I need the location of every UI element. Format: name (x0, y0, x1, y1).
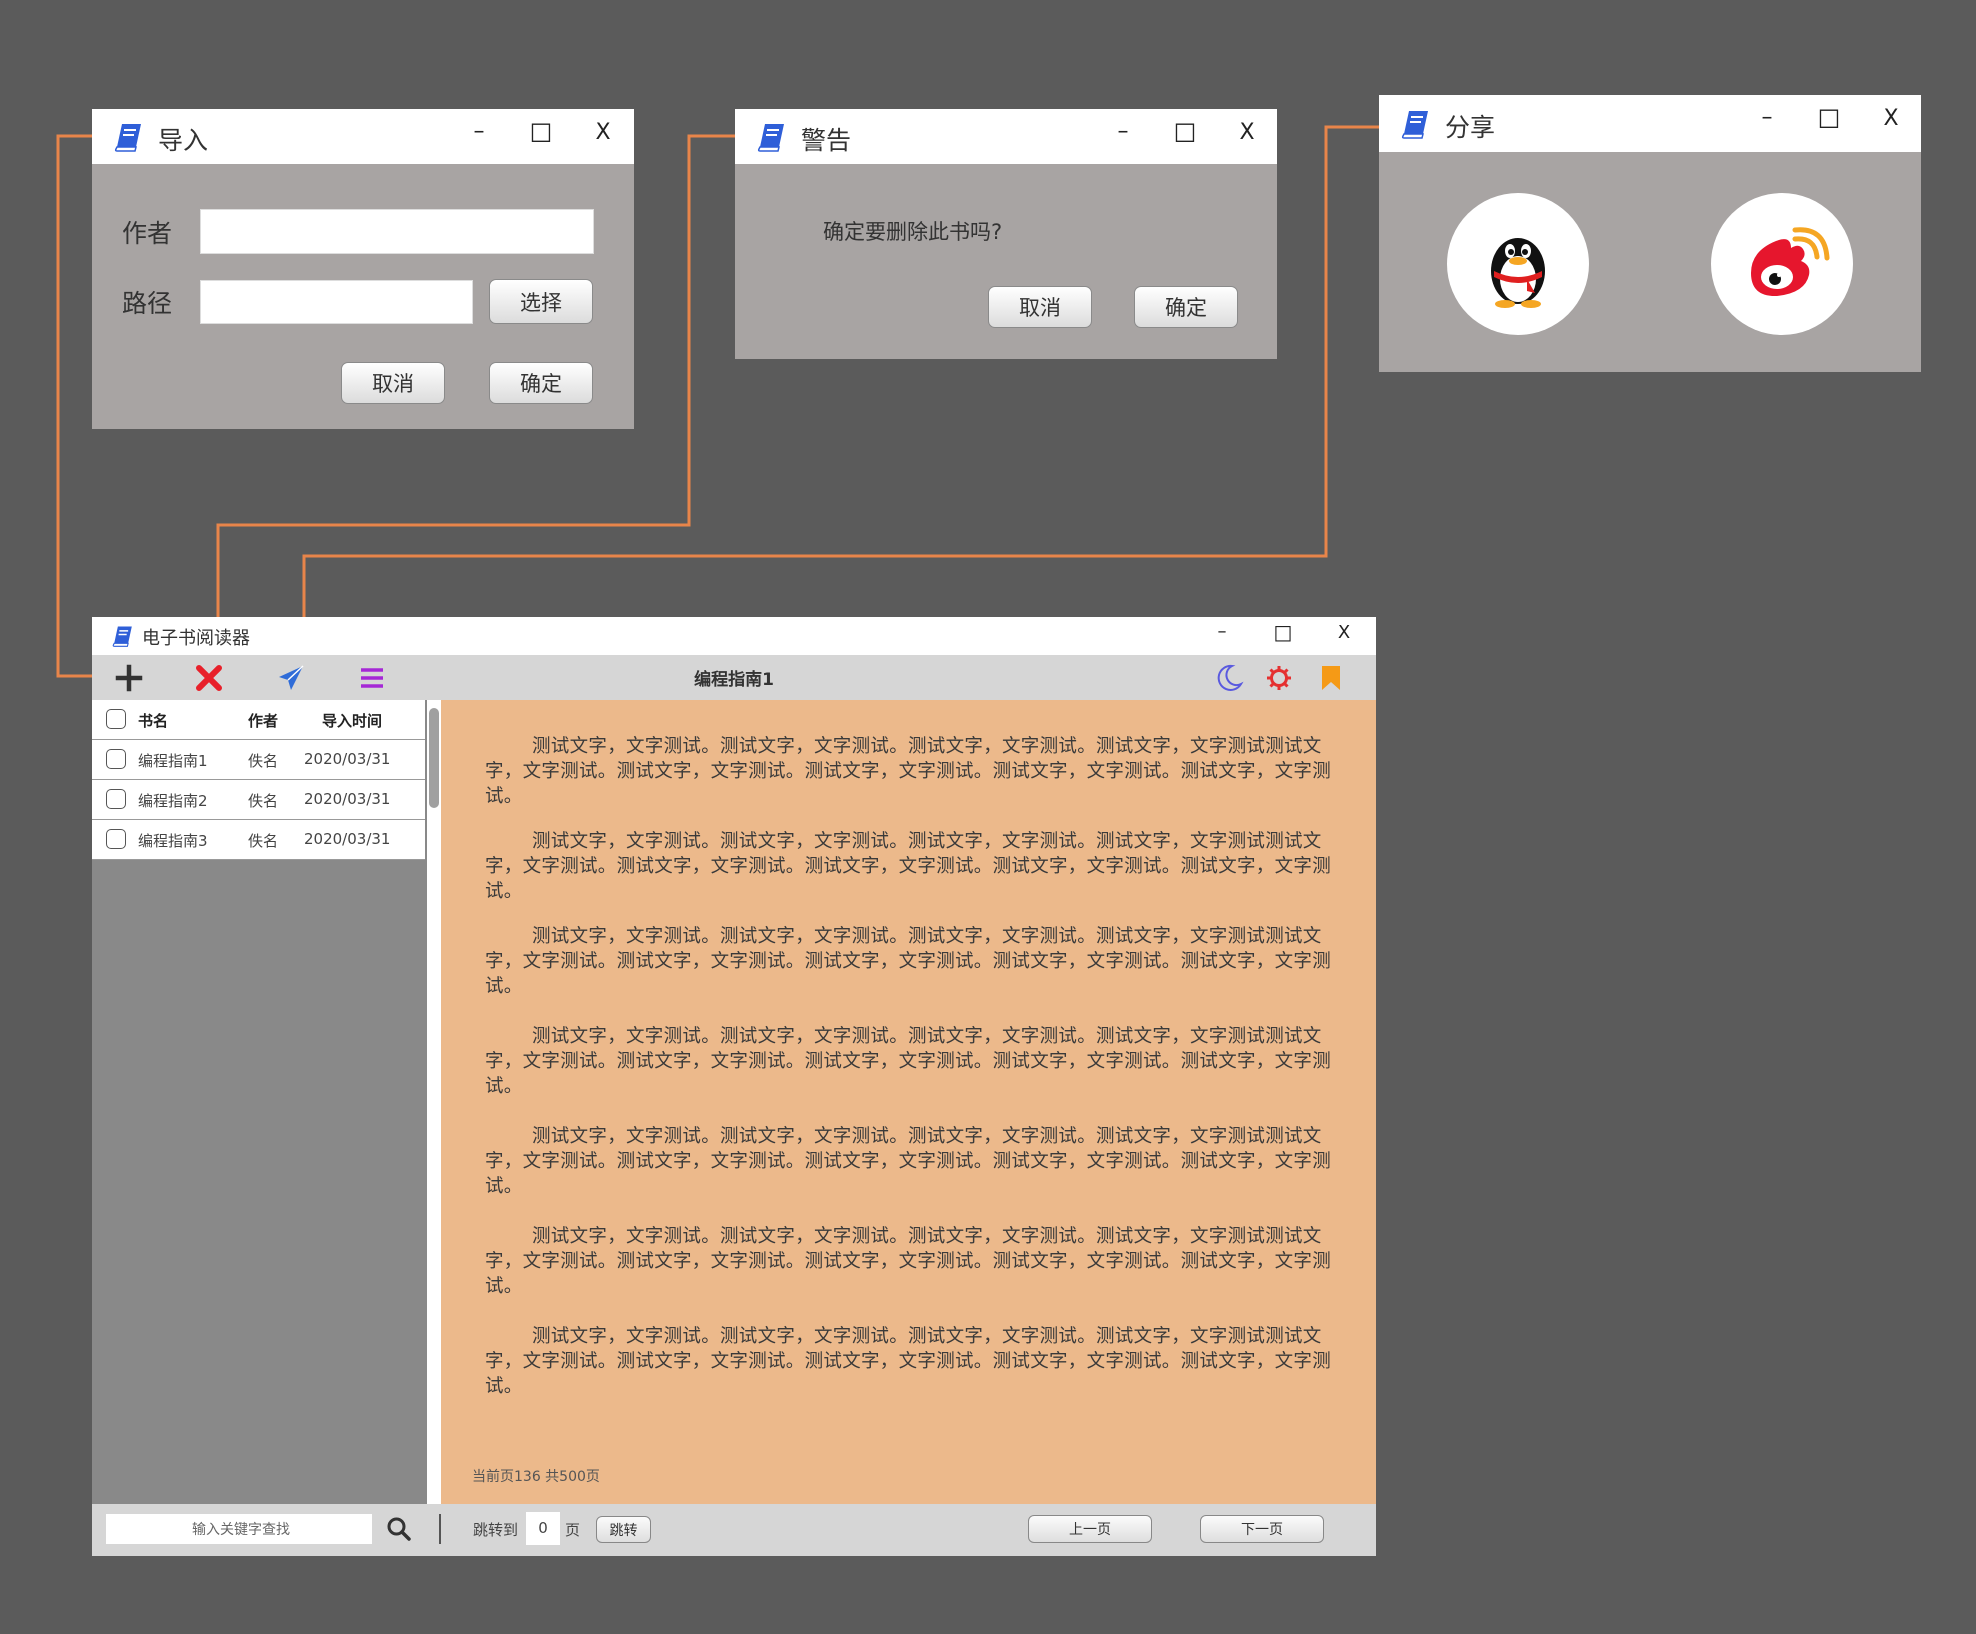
row-checkbox[interactable] (106, 789, 126, 809)
share-dialog: 分享 – □ X (1379, 95, 1921, 372)
import-titlebar: 导入 – □ X (92, 109, 634, 164)
page-number-input[interactable]: 0 (526, 1512, 560, 1545)
search-icon[interactable] (386, 1516, 412, 1542)
next-page-button[interactable]: 下一页 (1200, 1515, 1324, 1543)
book-icon (757, 124, 784, 152)
close-button[interactable]: X (1232, 120, 1262, 145)
content-paragraph: 测试文字，文字测试。测试文字，文字测试。测试文字，文字测试。测试文字，文字测试测… (485, 1126, 1332, 1197)
moon-icon[interactable] (1214, 663, 1244, 693)
minimize-button[interactable]: – (464, 119, 494, 144)
table-row[interactable]: 编程指南2 佚名 2020/03/31 (92, 780, 425, 820)
share-title: 分享 (1445, 113, 1496, 142)
scroll-thumb[interactable] (429, 708, 439, 808)
book-icon (112, 626, 132, 647)
book-author: 佚名 (248, 752, 279, 770)
book-name: 编程指南3 (138, 832, 208, 850)
book-name: 编程指南2 (138, 792, 208, 810)
minimize-button[interactable]: – (1207, 621, 1237, 642)
page-unit: 页 (565, 1521, 581, 1539)
bookmark-icon[interactable] (1316, 663, 1346, 693)
path-label: 路径 (122, 289, 173, 318)
import-confirm-button[interactable]: 确定 (489, 362, 593, 404)
table-row[interactable]: 编程指南3 佚名 2020/03/31 (92, 820, 425, 860)
close-button[interactable]: X (1329, 622, 1359, 643)
main-titlebar: 电子书阅读器 – □ X (92, 617, 1376, 655)
share-weibo-button[interactable] (1711, 193, 1853, 335)
share-body (1379, 152, 1921, 372)
reading-area: 测试文字，文字测试。测试文字，文字测试。测试文字，文字测试。测试文字，文字测试测… (441, 700, 1376, 1504)
book-date: 2020/03/31 (304, 750, 391, 768)
qq-icon (1491, 238, 1545, 308)
import-title: 导入 (158, 126, 209, 155)
close-button[interactable]: X (588, 120, 618, 145)
list-scrollbar[interactable] (427, 700, 441, 1504)
prev-page-button[interactable]: 上一页 (1028, 1515, 1152, 1543)
book-name: 编程指南1 (138, 752, 208, 770)
close-button[interactable]: X (1876, 106, 1906, 131)
share-titlebar: 分享 – □ X (1379, 95, 1921, 152)
import-cancel-button[interactable]: 取消 (341, 362, 445, 404)
bottom-bar: 跳转到 0 页 跳转 上一页 下一页 (92, 1504, 1376, 1556)
content-paragraph: 测试文字，文字测试。测试文字，文字测试。测试文字，文字测试。测试文字，文字测试测… (485, 736, 1332, 807)
import-body: 作者 路径 选择 取消 确定 (92, 164, 634, 429)
minimize-button[interactable]: – (1752, 105, 1782, 130)
maximize-button[interactable]: □ (526, 117, 556, 145)
content-paragraph: 测试文字，文字测试。测试文字，文字测试。测试文字，文字测试。测试文字，文字测试测… (485, 926, 1332, 997)
maximize-button[interactable]: □ (1268, 620, 1298, 644)
content-paragraph: 测试文字，文字测试。测试文字，文字测试。测试文字，文字测试。测试文字，文字测试测… (485, 1026, 1332, 1097)
header-author: 作者 (248, 712, 279, 730)
content-paragraph: 测试文字，文字测试。测试文字，文字测试。测试文字，文字测试。测试文字，文字测试测… (485, 1326, 1332, 1397)
select-all-checkbox[interactable] (106, 709, 126, 729)
header-import-time: 导入时间 (322, 712, 383, 730)
warning-confirm-button[interactable]: 确定 (1134, 286, 1238, 328)
book-date: 2020/03/31 (304, 790, 391, 808)
warning-cancel-button[interactable]: 取消 (988, 286, 1092, 328)
import-dialog: 导入 – □ X 作者 路径 选择 取消 确定 (92, 109, 634, 429)
book-list-pane: 书名 作者 导入时间 编程指南1 佚名 2020/03/31 编程指南2 佚名 … (92, 700, 427, 1504)
maximize-button[interactable]: □ (1814, 103, 1844, 131)
content-paragraph: 测试文字，文字测试。测试文字，文字测试。测试文字，文字测试。测试文字，文字测试测… (485, 1226, 1332, 1297)
book-list: 书名 作者 导入时间 编程指南1 佚名 2020/03/31 编程指南2 佚名 … (92, 700, 425, 860)
book-list-header: 书名 作者 导入时间 (92, 700, 425, 740)
main-window: 电子书阅读器 – □ X 编程指南1 书名 作者 导入时间 编程指南1 佚名 2… (92, 617, 1376, 1556)
warning-body: 确定要删除此书吗? 取消 确定 (735, 164, 1277, 359)
content-paragraph: 测试文字，文字测试。测试文字，文字测试。测试文字，文字测试。测试文字，文字测试测… (485, 831, 1332, 902)
book-icon (1401, 111, 1428, 139)
path-field[interactable] (200, 280, 473, 324)
weibo-icon (1751, 227, 1830, 297)
search-box (106, 1514, 376, 1546)
author-label: 作者 (122, 219, 173, 248)
book-date: 2020/03/31 (304, 830, 391, 848)
divider (439, 1514, 441, 1544)
main-title: 电子书阅读器 (142, 628, 250, 649)
choose-button[interactable]: 选择 (489, 279, 593, 324)
book-author: 佚名 (248, 792, 279, 810)
book-author: 佚名 (248, 832, 279, 850)
row-checkbox[interactable] (106, 829, 126, 849)
warning-message: 确定要删除此书吗? (823, 220, 1003, 244)
share-qq-button[interactable] (1447, 193, 1589, 335)
warning-dialog: 警告 – □ X 确定要删除此书吗? 取消 确定 (735, 109, 1277, 359)
minimize-button[interactable]: – (1108, 119, 1138, 144)
header-title: 书名 (138, 712, 169, 730)
row-checkbox[interactable] (106, 749, 126, 769)
jump-label: 跳转到 (473, 1521, 519, 1539)
toolbar: 编程指南1 (92, 655, 1376, 700)
table-row[interactable]: 编程指南1 佚名 2020/03/31 (92, 740, 425, 780)
book-icon (114, 124, 141, 152)
warning-title: 警告 (801, 126, 852, 155)
page-info: 当前页136 共500页 (472, 1469, 600, 1485)
jump-button[interactable]: 跳转 (596, 1516, 651, 1543)
maximize-button[interactable]: □ (1170, 117, 1200, 145)
search-input[interactable] (106, 1514, 376, 1546)
current-book-title: 编程指南1 (694, 670, 774, 690)
warning-titlebar: 警告 – □ X (735, 109, 1277, 164)
author-field[interactable] (200, 209, 594, 254)
settings-icon[interactable] (1264, 663, 1294, 693)
